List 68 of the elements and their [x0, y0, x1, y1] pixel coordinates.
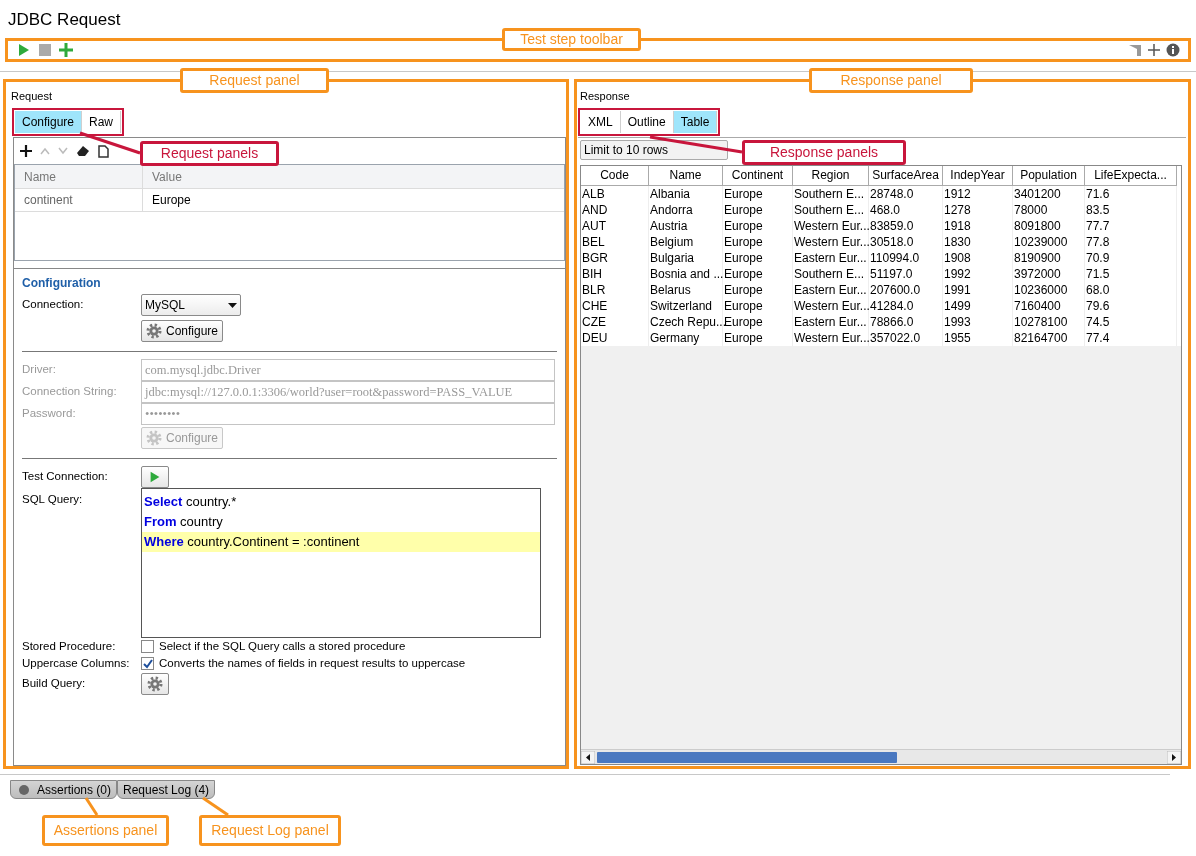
section-heading: Configuration	[22, 275, 102, 292]
plus-icon[interactable]	[1148, 44, 1160, 56]
run-icon	[148, 470, 162, 484]
callout-label: Response panel	[809, 68, 973, 93]
callout-label: Assertions panel	[42, 815, 169, 846]
gear-icon	[146, 430, 162, 446]
limit-dropdown[interactable]: Limit to 10 rows	[580, 140, 728, 160]
leader-line	[202, 796, 229, 817]
callout-label: Request Log panel	[199, 815, 341, 846]
checkbox[interactable]	[141, 640, 154, 654]
info-icon[interactable]	[1166, 43, 1180, 57]
table-cell: 357022.0	[869, 330, 943, 346]
table-cell: Germany	[649, 330, 723, 346]
field-label: Stored Procedure:	[22, 639, 117, 654]
field-label: Connection String:	[22, 384, 118, 400]
field-label: Password:	[22, 406, 77, 422]
callout-label: Response panels	[742, 140, 906, 165]
table-cell: 1955	[943, 330, 1013, 346]
table-cell: continent	[15, 189, 143, 211]
connection-dropdown[interactable]: MySQL	[141, 294, 241, 316]
scroll-left-icon[interactable]	[581, 750, 595, 764]
field-label: Test Connection:	[22, 469, 109, 485]
table-cell: Europe	[723, 330, 793, 346]
table-cell: Western Eur...	[793, 330, 869, 346]
options-icon[interactable]	[1128, 43, 1142, 57]
checkbox-label: Converts the names of fields in request results to uppercase	[159, 656, 466, 672]
configure-button[interactable]: Configure	[141, 320, 224, 342]
gear-icon	[146, 323, 162, 339]
callout-label: Test step toolbar	[502, 28, 641, 51]
table-cell: 77.4	[1085, 330, 1177, 346]
code-line: From country	[143, 513, 224, 531]
test-connection-button[interactable]	[141, 466, 169, 488]
eraser-icon[interactable]	[76, 145, 90, 157]
callout-label: Request panels	[140, 141, 279, 166]
panel-tab[interactable]: Assertions (0)	[10, 780, 118, 799]
field-label: SQL Query:	[22, 492, 84, 507]
add-icon[interactable]	[20, 145, 32, 157]
window-title: JDBC Request	[7, 9, 122, 31]
gear-icon	[147, 675, 163, 692]
build-query-button[interactable]	[141, 672, 169, 695]
tab[interactable]: Table	[673, 111, 718, 133]
table-cell: DEU	[581, 330, 649, 346]
sql-editor[interactable]: Select country.* From country Where country.Continent = :continent	[141, 488, 541, 638]
callout-label: Request panel	[180, 68, 329, 93]
column-header: Value	[151, 169, 183, 186]
panel-heading: Response	[579, 89, 631, 104]
scrollbar-thumb[interactable]	[597, 751, 897, 763]
checkbox-label: Select if the SQL Query calls a stored procedure	[159, 639, 406, 654]
field-label: Driver:	[22, 362, 57, 378]
field-label: Uppercase Columns:	[22, 656, 131, 672]
field-label: Build Query:	[22, 675, 87, 691]
document-icon[interactable]	[98, 144, 109, 158]
move-down-icon	[58, 147, 68, 155]
dropdown-caret-icon	[228, 302, 237, 308]
table-cell-text: Europe	[151, 192, 192, 209]
horizontal-scrollbar[interactable]	[581, 749, 1181, 764]
status-dot-icon	[19, 784, 29, 795]
checkbox[interactable]	[141, 657, 154, 671]
field-label: Connection:	[22, 297, 85, 313]
code-line: Select country.*	[143, 493, 238, 511]
panel-tab[interactable]: Request Log (4)	[117, 780, 216, 799]
stop-icon[interactable]	[38, 43, 52, 57]
tab[interactable]: Configure	[15, 111, 83, 133]
move-up-icon	[40, 147, 50, 155]
scroll-right-icon[interactable]	[1167, 750, 1181, 764]
table-cell: 82164700	[1013, 330, 1085, 346]
panel-heading: Request	[10, 89, 53, 104]
leader-line	[84, 797, 99, 816]
